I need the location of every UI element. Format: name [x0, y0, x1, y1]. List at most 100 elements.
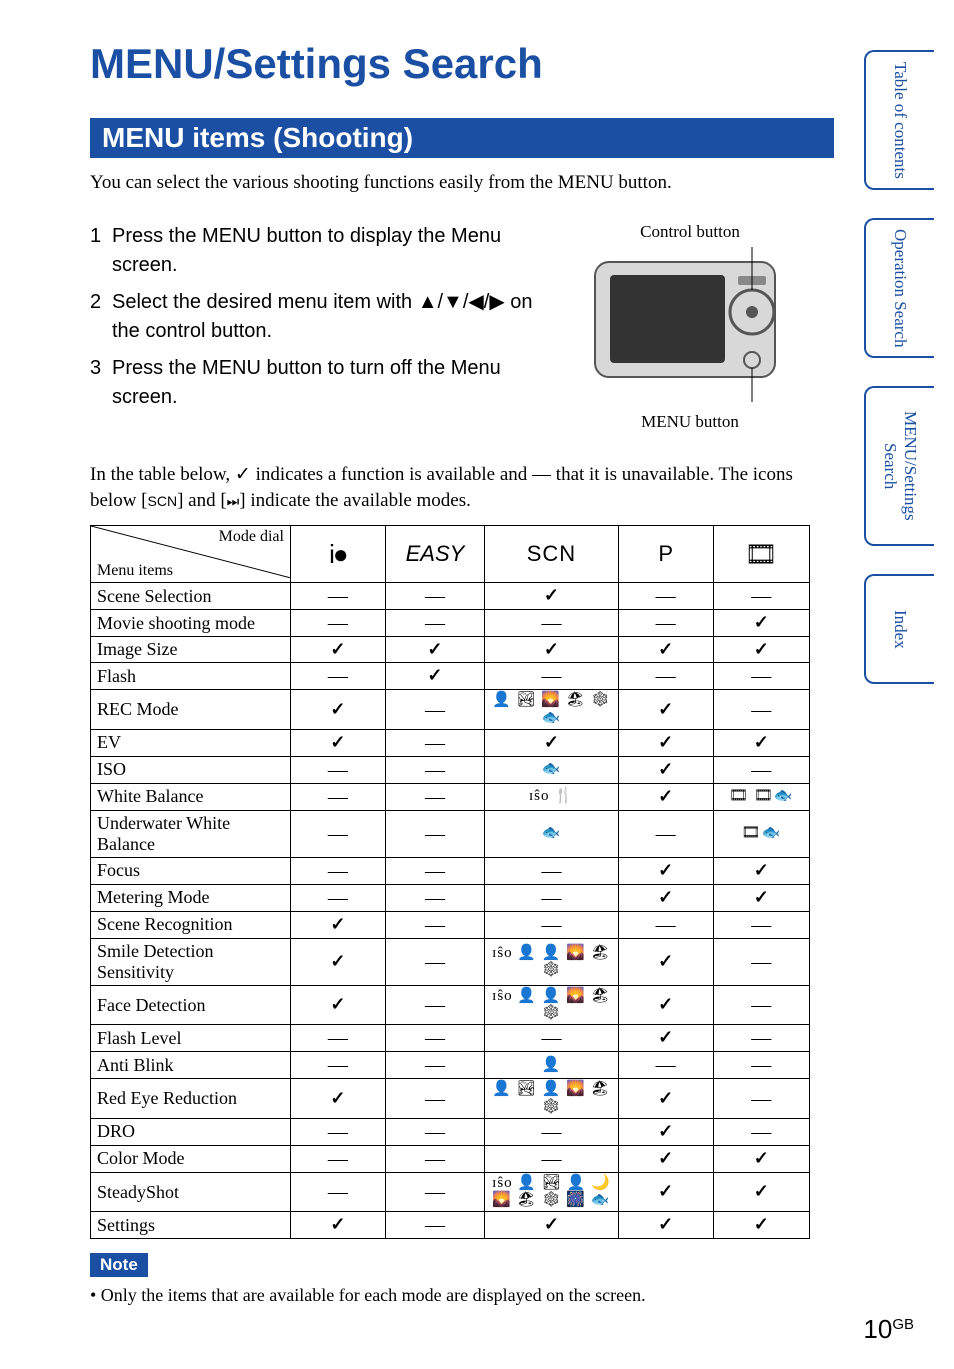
- dash-icon: —: [328, 1121, 348, 1143]
- check-icon: [330, 1088, 345, 1108]
- check-icon: [658, 1121, 673, 1141]
- mode-cell: 👤 🏞 👤 🌄 🏖 ❄: [485, 1079, 619, 1119]
- step-number: 2: [90, 288, 112, 346]
- mode-cell: —: [290, 1145, 385, 1172]
- col-film: 🎞: [713, 526, 809, 583]
- mode-cell: —: [618, 810, 713, 857]
- control-button-label: Control button: [560, 222, 820, 242]
- mode-cell: —: [290, 610, 385, 637]
- col-easy: EASY: [385, 526, 484, 583]
- dash-icon: —: [425, 786, 445, 808]
- check-icon: [658, 1088, 673, 1108]
- mode-cell: [485, 637, 619, 663]
- dash-icon: —: [425, 1027, 445, 1049]
- check-icon: [754, 1148, 769, 1168]
- check-icon: [330, 914, 345, 934]
- mode-cell: —: [485, 1118, 619, 1145]
- mode-cell: 👤: [485, 1052, 619, 1079]
- mode-cell: —: [290, 756, 385, 783]
- table-row: Smile Detection Sensitivity—ɪŝo 👤 👤 🌄 🏖 …: [91, 938, 810, 985]
- table-row: ISO——🐟—: [91, 756, 810, 783]
- check-icon: [427, 665, 442, 685]
- mode-cell: —: [618, 663, 713, 690]
- mode-cell: [618, 985, 713, 1025]
- mode-cell: —: [290, 810, 385, 857]
- mode-cell: —: [385, 1118, 484, 1145]
- table-row: DRO————: [91, 1118, 810, 1145]
- row-label: Flash Level: [91, 1025, 291, 1052]
- mode-cell: ɪŝo 👤 🏞 👤 🌙 🌄 🏖 ❄ 🎆 🐟: [485, 1172, 619, 1212]
- row-label: EV: [91, 729, 291, 756]
- mode-cell: 👤 🏞 🌄 🏖 ❄ 🐟: [485, 690, 619, 730]
- mode-cell: —: [713, 690, 809, 730]
- check-icon: [754, 1214, 769, 1234]
- mode-cell: —: [485, 1025, 619, 1052]
- mode-cell: —: [485, 1145, 619, 1172]
- mode-cell: [485, 1212, 619, 1239]
- mode-cell: —: [713, 1052, 809, 1079]
- mode-cell: [290, 729, 385, 756]
- dash-icon: —: [751, 1027, 771, 1049]
- dash-icon: —: [541, 1027, 561, 1049]
- mode-cell: —: [713, 938, 809, 985]
- mode-cell: —: [713, 911, 809, 938]
- mode-cell: [618, 637, 713, 663]
- mode-cell: —: [385, 756, 484, 783]
- dash-icon: —: [328, 665, 348, 687]
- dash-icon: —: [425, 1088, 445, 1110]
- tab-operation-search[interactable]: Operation Search: [864, 218, 934, 358]
- check-icon: [658, 994, 673, 1014]
- table-row: Scene Recognition————: [91, 911, 810, 938]
- table-row: Color Mode———: [91, 1145, 810, 1172]
- dash-icon: —: [541, 665, 561, 687]
- film-icon: ⏭: [227, 493, 240, 509]
- section-heading: MENU items (Shooting): [90, 118, 834, 158]
- row-label: Focus: [91, 857, 291, 884]
- check-icon: [330, 951, 345, 971]
- scn-icon: SCN: [148, 493, 178, 509]
- mode-cell: —: [713, 663, 809, 690]
- mode-cell: [290, 690, 385, 730]
- mode-cell: ɪŝo 🍴: [485, 783, 619, 810]
- check-icon: [754, 860, 769, 880]
- row-label: Movie shooting mode: [91, 610, 291, 637]
- mode-cell: —: [485, 911, 619, 938]
- dash-icon: —: [656, 612, 676, 634]
- dash-icon: —: [656, 585, 676, 607]
- table-row: SteadyShot——ɪŝo 👤 🏞 👤 🌙 🌄 🏖 ❄ 🎆 🐟: [91, 1172, 810, 1212]
- mode-cell: [290, 938, 385, 985]
- row-label: Red Eye Reduction: [91, 1079, 291, 1119]
- check-icon: [330, 732, 345, 752]
- dash-icon: —: [328, 823, 348, 845]
- table-row: Red Eye Reduction—👤 🏞 👤 🌄 🏖 ❄—: [91, 1079, 810, 1119]
- mode-cell: [618, 729, 713, 756]
- tab-toc[interactable]: Table of contents: [864, 50, 934, 190]
- dash-icon: —: [751, 1054, 771, 1076]
- intro-text: You can select the various shooting func…: [90, 172, 914, 194]
- side-tabs: Table of contents Operation Search MENU/…: [864, 50, 934, 684]
- page-title: MENU/Settings Search: [90, 40, 914, 88]
- camera-diagram: Control button MENU button: [560, 222, 820, 432]
- table-row: EV —: [91, 729, 810, 756]
- col-auto: i●: [290, 526, 385, 583]
- dash-icon: —: [425, 994, 445, 1016]
- mode-cell: —: [290, 857, 385, 884]
- row-label: Scene Selection: [91, 583, 291, 610]
- check-icon: [658, 1148, 673, 1168]
- tab-index[interactable]: Index: [864, 574, 934, 684]
- mode-cell: —: [290, 1052, 385, 1079]
- check-icon: [330, 639, 345, 659]
- mode-cell: [713, 1212, 809, 1239]
- dash-icon: —: [751, 759, 771, 781]
- dash-icon: —: [425, 860, 445, 882]
- dash-icon: —: [425, 759, 445, 781]
- check-icon: [658, 887, 673, 907]
- mode-cell: —: [290, 1172, 385, 1212]
- mode-cell: [618, 1025, 713, 1052]
- tab-menu-settings-search[interactable]: MENU/Settings Search: [864, 386, 934, 546]
- dash-icon: —: [425, 732, 445, 754]
- table-row: Scene Selection————: [91, 583, 810, 610]
- check-icon: [544, 1214, 559, 1234]
- mode-cell: [618, 1118, 713, 1145]
- row-label: Smile Detection Sensitivity: [91, 938, 291, 985]
